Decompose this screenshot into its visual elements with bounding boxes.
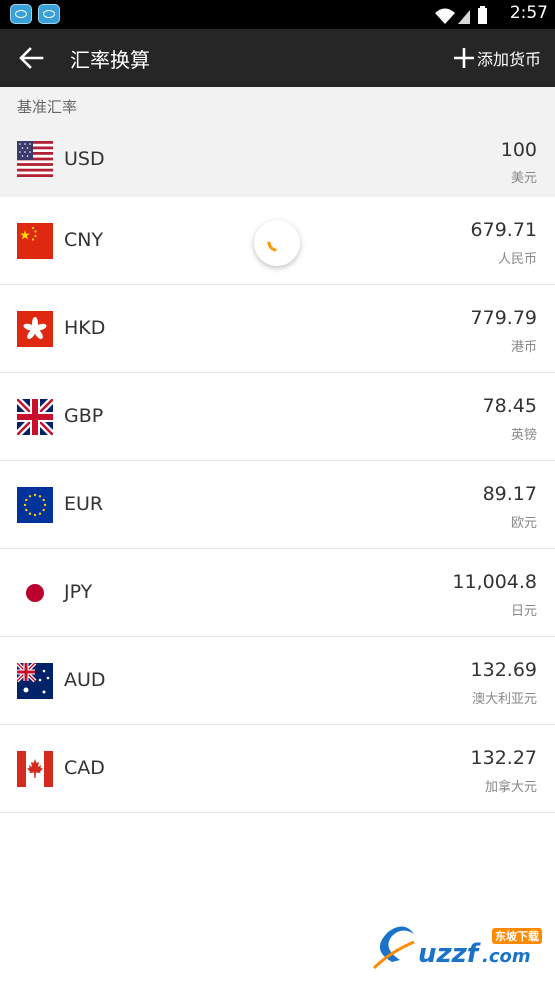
currency-code: HKD [64,317,106,339]
plus-icon [453,48,474,68]
currency-code: JPY [64,581,93,603]
cn-flag-icon [17,223,53,259]
add-currency-label: 添加货币 [476,50,541,69]
eu-flag-icon [17,487,53,523]
au-flag-icon [17,663,53,699]
base-rate-label: 基准汇率 [17,98,78,116]
svg-text:uzzf: uzzf [418,939,482,969]
us-flag-icon [17,141,53,177]
currency-row-gbp[interactable]: GBP 78.45 英镑 [0,373,555,461]
signal-battery-icon [435,6,487,24]
currency-name: 日元 [510,604,537,619]
currency-name: 港币 [510,340,537,355]
loading-spinner [254,220,300,266]
currency-code: CNY [64,229,104,251]
currency-name: 美元 [510,171,537,186]
currency-amount: 132.69 [470,659,537,681]
currency-name: 欧元 [510,516,537,531]
page-title: 汇率换算 [70,48,150,72]
currency-code: USD [64,148,105,170]
svg-text:东坡下载: 东坡下载 [495,929,539,943]
app-notification-icon [38,4,60,24]
currency-amount: 78.45 [482,395,537,417]
hk-flag-icon [17,311,53,347]
svg-text:.com: .com [482,946,531,967]
currency-name: 英镑 [510,428,537,443]
currency-amount: 100 [500,139,537,161]
status-bar: 2:57 [0,0,555,29]
currency-amount: 132.27 [470,747,537,769]
jp-flag-icon [17,575,53,611]
app-notification-icon [10,4,32,24]
currency-row-jpy[interactable]: JPY 11,004.8 日元 [0,549,555,637]
currency-name: 加拿大元 [484,780,537,795]
add-currency-button[interactable]: 添加货币 [453,43,541,73]
base-rate-header: 基准汇率 [0,87,555,121]
currency-amount: 11,004.8 [452,571,537,593]
currency-row-hkd[interactable]: HKD 779.79 港币 [0,285,555,373]
ca-flag-icon [17,751,53,787]
currency-code: EUR [64,493,104,515]
base-currency-row[interactable]: USD 100 美元 [0,121,555,197]
currency-amount: 89.17 [482,483,537,505]
currency-code: CAD [64,757,105,779]
clock-time: 2:57 [509,3,548,23]
currency-amount: 779.79 [470,307,537,329]
currency-name: 人民币 [497,252,537,267]
uzzf-watermark-logo: uzzf .com 东坡下载 [372,926,542,970]
back-button[interactable] [14,43,48,73]
spinner-arc-icon [267,241,277,252]
arrow-left-icon [19,47,44,69]
currency-code: GBP [64,405,104,427]
currency-name: 澳大利亚元 [471,692,537,707]
gb-flag-icon [17,399,53,435]
currency-row-eur[interactable]: EUR 89.17 欧元 [0,461,555,549]
currency-amount: 679.71 [470,219,537,241]
toolbar: 汇率换算 添加货币 [0,29,555,87]
currency-row-cad[interactable]: CAD 132.27 加拿大元 [0,725,555,813]
currency-row-aud[interactable]: AUD 132.69 澳大利亚元 [0,637,555,725]
currency-code: AUD [64,669,106,691]
